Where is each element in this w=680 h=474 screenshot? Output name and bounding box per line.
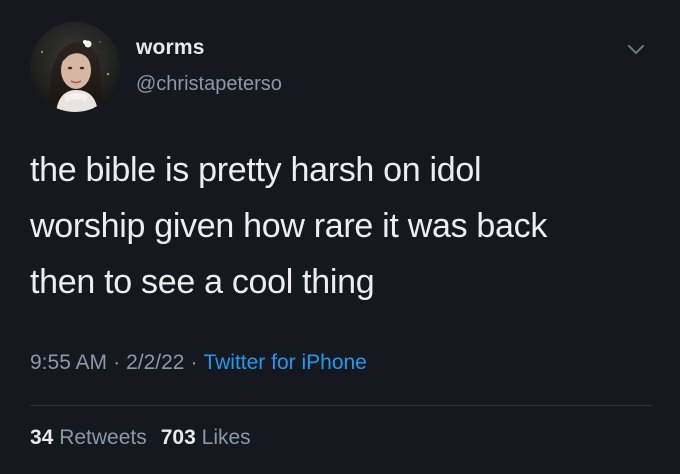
likes-label: Likes: [201, 426, 251, 449]
tweet-text: the bible is pretty harsh on idol worshi…: [30, 151, 548, 301]
likes-stat[interactable]: 703 Likes: [161, 426, 251, 449]
retweets-stat[interactable]: 34 Retweets: [30, 426, 147, 449]
tweet-time[interactable]: 9:55 AM: [30, 351, 107, 374]
tweet-meta: 9:55 AM · 2/2/22 · Twitter for iPhone: [30, 351, 367, 375]
tweet-source-link[interactable]: Twitter for iPhone: [203, 351, 366, 374]
tweet-card: worms @christapeterso the bible is prett…: [0, 0, 680, 474]
separator: ·: [113, 351, 121, 374]
chevron-down-icon[interactable]: [622, 36, 650, 64]
separator: ·: [190, 351, 198, 374]
user-handle[interactable]: @christapeterso: [136, 73, 282, 96]
likes-count: 703: [160, 426, 196, 449]
retweets-label: Retweets: [59, 426, 147, 449]
tweet-date[interactable]: 2/2/22: [126, 351, 184, 374]
tweet-stats: 34 Retweets 703 Likes: [30, 426, 251, 450]
retweets-count: 34: [30, 426, 54, 449]
avatar[interactable]: [30, 22, 120, 112]
divider: [30, 405, 652, 406]
display-name[interactable]: worms: [136, 36, 205, 60]
